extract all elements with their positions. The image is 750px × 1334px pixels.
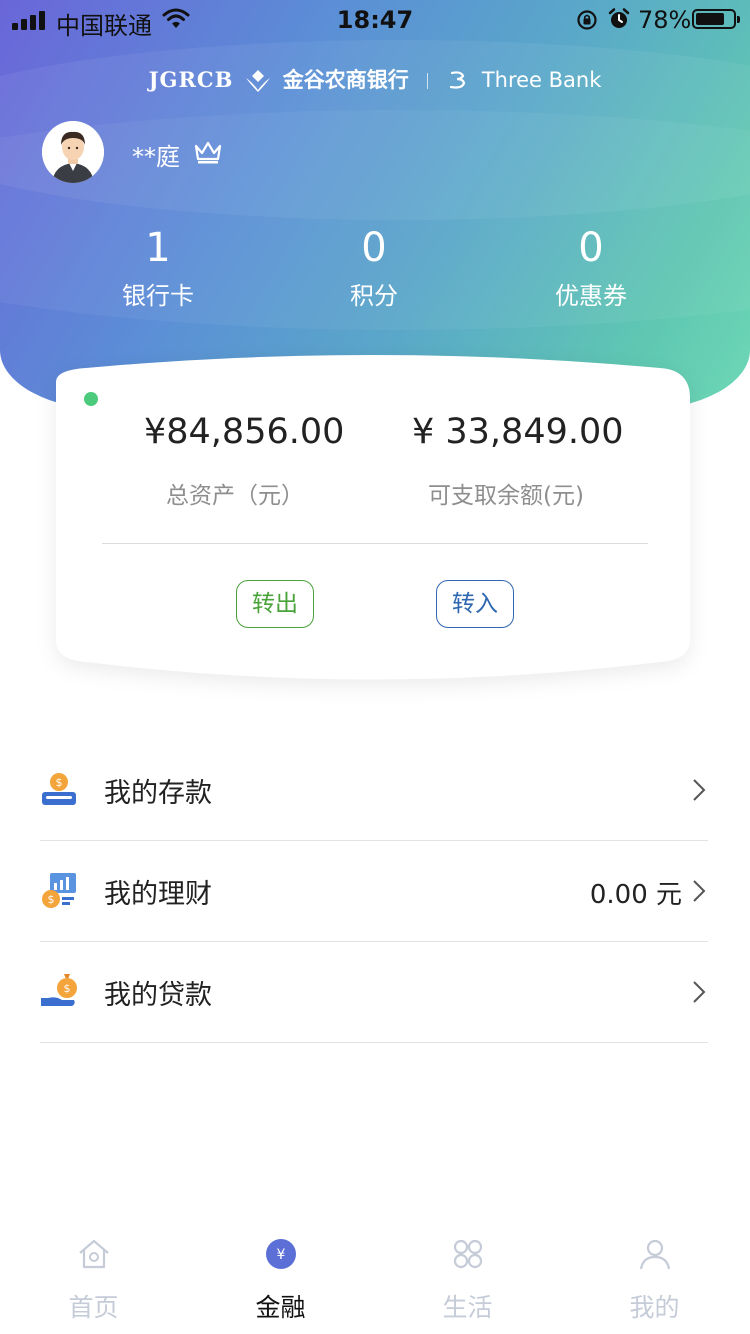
header-background: [0, 0, 750, 410]
username: **庭: [132, 143, 180, 171]
bank-brand: JGRCB 金谷农商银行 Three Bank: [0, 64, 750, 96]
life-icon: [453, 1239, 483, 1269]
chevron-right-icon: [693, 880, 706, 902]
crown-icon: [194, 141, 222, 164]
stat-coupons[interactable]: 0 优惠券: [491, 226, 691, 311]
available-balance-amount: ¥ 33,849.00: [412, 412, 624, 452]
status-bar: 中国联通 18:47 78%: [0, 0, 750, 40]
total-assets-amount: ¥84,856.00: [144, 412, 345, 452]
menu-item-label: 我的存款: [104, 778, 212, 809]
menu-item-loans[interactable]: $ 我的贷款: [40, 942, 708, 1043]
stat-label: 银行卡: [122, 282, 194, 310]
stat-label: 优惠券: [555, 282, 627, 310]
loan-icon: $: [41, 974, 77, 1006]
transfer-in-button[interactable]: 转入: [436, 580, 514, 628]
chevron-right-icon: [693, 981, 706, 1003]
battery-percent: 78%: [638, 6, 692, 34]
deposit-icon: $: [42, 773, 76, 805]
tab-finance[interactable]: ¥ 金融: [187, 1224, 374, 1334]
brand-separator: [427, 73, 429, 89]
account-menu: $ 我的存款 $ 我的理财 0.00 元 $ 我的贷款: [40, 740, 708, 1043]
menu-item-label: 我的贷款: [104, 980, 212, 1011]
tab-bar: 首页 ¥ 金融 生活 我的: [0, 1224, 750, 1334]
profile-icon: [639, 1239, 671, 1270]
stat-label: 积分: [350, 282, 398, 310]
stat-value: 0: [361, 225, 387, 271]
tab-life[interactable]: 生活: [374, 1224, 561, 1334]
stat-points[interactable]: 0 积分: [274, 226, 474, 311]
svg-text:$: $: [64, 982, 71, 995]
avatar-image: [42, 121, 104, 183]
menu-item-deposits[interactable]: $ 我的存款: [40, 740, 708, 841]
home-icon: [79, 1239, 109, 1269]
svg-text:$: $: [56, 776, 63, 789]
tab-label: 首页: [68, 1293, 119, 1322]
wealth-icon: $: [42, 873, 76, 908]
available-balance-label: 可支取余额(元): [428, 483, 584, 509]
tab-profile[interactable]: 我的: [561, 1224, 748, 1334]
bank-name-cn: 金谷农商银行: [282, 67, 409, 92]
avatar[interactable]: [42, 121, 104, 183]
tab-label: 生活: [442, 1293, 493, 1322]
tab-home[interactable]: 首页: [0, 1224, 187, 1334]
bank-name-en: Three Bank: [481, 68, 602, 92]
chevron-right-icon: [693, 779, 706, 801]
wealth-value: 0.00 元: [589, 880, 682, 910]
finance-icon: ¥: [266, 1239, 296, 1269]
card-divider: [102, 543, 648, 544]
bank-code: JGRCB: [148, 67, 234, 92]
transfer-out-button[interactable]: 转出: [236, 580, 314, 628]
tab-label: 我的: [629, 1293, 680, 1322]
alarm-icon: [608, 8, 630, 28]
menu-item-wealth[interactable]: $ 我的理财 0.00 元: [40, 841, 708, 942]
menu-item-label: 我的理财: [104, 879, 212, 910]
rotation-lock-icon: [577, 10, 597, 30]
account-card-shadow: ¥84,856.00 总资产（元） ¥ 33,849.00 可支取余额(元) 转…: [56, 352, 690, 686]
svg-text:$: $: [48, 893, 55, 906]
battery-icon: [692, 9, 740, 29]
stat-value: 1: [145, 225, 171, 271]
three-bank-logo-icon: [450, 71, 466, 89]
bank-logo-icon: [246, 70, 271, 92]
online-status-dot: [84, 392, 98, 406]
stat-value: 0: [578, 225, 604, 271]
account-card: ¥84,856.00 总资产（元） ¥ 33,849.00 可支取余额(元) 转…: [56, 352, 690, 686]
stat-bank-cards[interactable]: 1 银行卡: [58, 226, 258, 311]
svg-text:¥: ¥: [277, 1247, 286, 1263]
total-assets-label: 总资产（元）: [166, 483, 304, 509]
tab-label: 金融: [255, 1293, 306, 1322]
